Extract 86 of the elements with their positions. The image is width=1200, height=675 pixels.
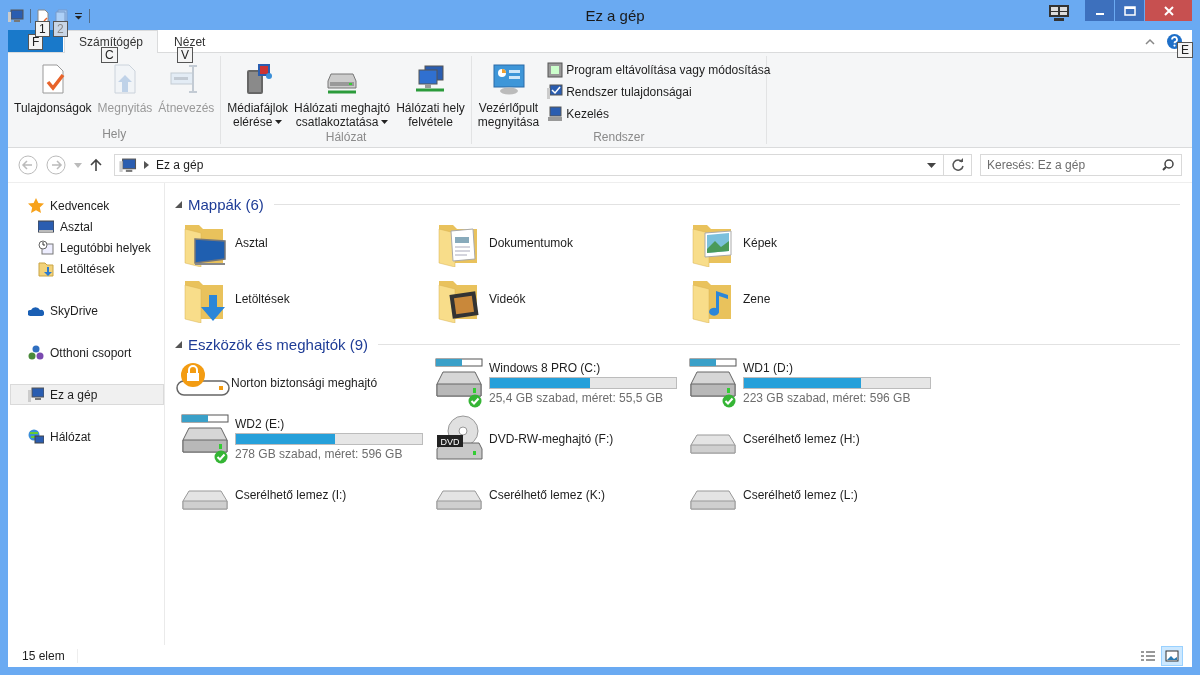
computer-icon[interactable]	[8, 9, 24, 23]
drive-capacity: 223 GB szabad, méret: 596 GB	[743, 391, 912, 405]
ribbon-button[interactable]: Hálózati meghajtó csatlakoztatása	[292, 60, 393, 129]
ribbon-button[interactable]: Program eltávolítása vagy módosítása	[547, 60, 771, 80]
computer-icon	[119, 157, 137, 173]
control-panel-icon	[491, 62, 526, 96]
ribbon-button[interactable]: Kezelés	[547, 104, 771, 124]
computer-icon	[547, 106, 564, 122]
ribbon-button[interactable]: Rendszer tulajdonságai	[547, 82, 771, 102]
hard-drive-icon[interactable]	[689, 358, 737, 408]
sidebar-item[interactable]: Letöltések	[10, 258, 164, 279]
dropdown-icon[interactable]	[74, 12, 83, 20]
monitor-icon[interactable]	[1048, 4, 1070, 22]
section-header[interactable]: Eszközök és meghajtók (9)	[188, 335, 369, 353]
close-icon	[1163, 5, 1174, 16]
item-name[interactable]: DVD-RW-meghajtó (F:)	[489, 432, 614, 446]
dvd-drive-icon[interactable]	[436, 415, 483, 460]
sidebar-item[interactable]: Legutóbbi helyek	[10, 237, 164, 258]
group-label: Hálózat	[324, 129, 368, 145]
sidebar-item[interactable]: Hálózat	[10, 426, 164, 447]
star-icon	[28, 197, 44, 214]
collapse-triangle-icon[interactable]	[175, 340, 182, 348]
item-name[interactable]: Cserélhető lemez (L:)	[743, 488, 858, 502]
item-name[interactable]: Letöltések	[235, 292, 290, 306]
breadcrumb[interactable]: Ez a gép	[156, 158, 204, 172]
network-icon	[28, 428, 44, 445]
group-label: Rendszer	[592, 129, 646, 145]
item-name[interactable]: Képek	[743, 236, 778, 250]
minimize-button[interactable]	[1085, 0, 1114, 21]
monitor-check-icon	[547, 84, 564, 100]
downloads-folder-icon	[38, 260, 54, 277]
sidebar-item[interactable]: Otthoni csoport	[10, 342, 164, 363]
item-name[interactable]: Windows 8 PRO (C:)	[489, 361, 677, 375]
keytip: V	[177, 47, 194, 63]
group-label: Hely	[101, 126, 128, 143]
caret-icon	[381, 120, 389, 124]
recent-places-icon	[38, 239, 54, 256]
icon-label: DVD	[440, 437, 460, 447]
item-name[interactable]: Cserélhető lemez (I:)	[235, 488, 347, 502]
ribbon-button[interactable]: Tulajdonságok	[12, 60, 94, 126]
collapse-icon[interactable]	[1145, 37, 1155, 45]
chevron-icon[interactable]	[144, 161, 149, 169]
item-name[interactable]: WD2 (E:)	[235, 417, 423, 431]
item-count: 15 elem	[22, 649, 78, 663]
caret-icon	[275, 120, 283, 124]
keytip: E	[1177, 42, 1193, 58]
dropdown-icon[interactable]	[927, 162, 936, 168]
homegroup-icon	[28, 344, 44, 361]
up-arrow-icon[interactable]	[90, 158, 102, 172]
ribbon-button[interactable]: Médiafájlok elérése	[225, 60, 291, 129]
drive-capacity: 278 GB szabad, méret: 596 GB	[235, 447, 404, 461]
sidebar-item[interactable]: SkyDrive	[10, 300, 164, 321]
search-icon[interactable]	[1162, 159, 1174, 171]
item-name[interactable]: Cserélhető lemez (H:)	[743, 432, 860, 446]
item-name[interactable]: Dokumentumok	[489, 236, 574, 250]
item-name[interactable]: Videók	[489, 292, 526, 306]
desktop-icon	[38, 218, 54, 235]
sidebar-item[interactable]: Asztal	[10, 216, 164, 237]
collapse-triangle-icon[interactable]	[175, 200, 182, 208]
keytip: 2	[53, 20, 68, 37]
item-name[interactable]: Zene	[743, 292, 771, 306]
refresh-icon[interactable]	[951, 158, 965, 172]
item-name[interactable]: Norton biztonsági meghajtó	[231, 376, 378, 390]
close-button[interactable]	[1145, 0, 1192, 21]
minimize-icon	[1095, 12, 1104, 15]
item-name[interactable]: Cserélhető lemez (K:)	[489, 488, 606, 502]
hard-drive-icon[interactable]	[435, 358, 483, 408]
hard-drive-icon[interactable]	[181, 414, 229, 464]
keytip: 1	[35, 20, 50, 37]
sidebar-item[interactable]: Ez a gép	[10, 384, 164, 405]
search-field[interactable]: Keresés: Ez a gép	[980, 154, 1182, 176]
section-header[interactable]: Mappák (6)	[188, 195, 264, 213]
item-name[interactable]: Asztal	[235, 236, 268, 250]
window-title: Ez a gép	[584, 6, 645, 24]
sidebar-item[interactable]: Kedvencek	[10, 195, 164, 216]
keytip: C	[101, 47, 118, 63]
item-name[interactable]: WD1 (D:)	[743, 361, 931, 375]
ribbon-button[interactable]: Vezérlőpult megnyitása	[475, 60, 542, 129]
large-icons-view-icon[interactable]	[1162, 647, 1182, 665]
program-window-icon	[547, 62, 564, 78]
address-bar[interactable]: Ez a gép	[114, 154, 972, 176]
maximize-button[interactable]	[1115, 0, 1144, 21]
computer-icon	[28, 386, 44, 403]
drive-capacity: 25,4 GB szabad, méret: 55,5 GB	[489, 391, 665, 405]
ribbon-button[interactable]: Hálózati hely felvétele	[394, 60, 467, 129]
maximize-icon	[1123, 5, 1136, 16]
